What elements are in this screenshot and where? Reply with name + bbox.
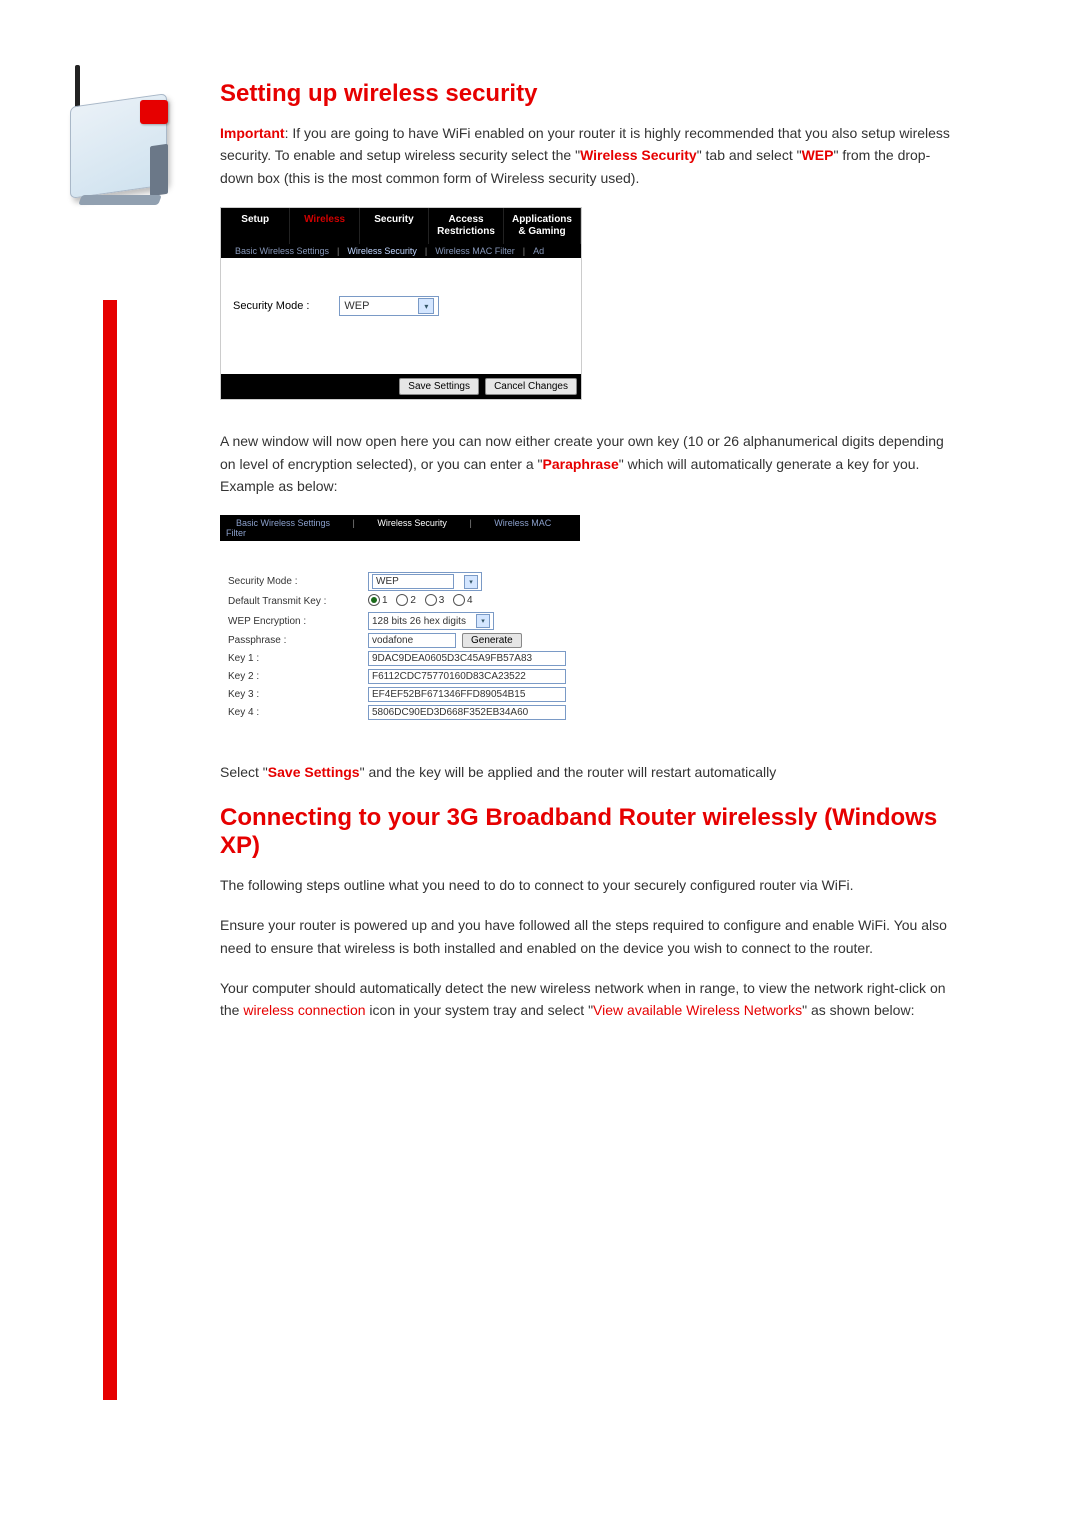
tab-access-restrictions[interactable]: Access Restrictions (429, 208, 504, 244)
radio-key-1[interactable]: 1 (368, 594, 388, 606)
subtab-mac-filter[interactable]: Wireless MAC Filter (427, 246, 523, 256)
tab-applications-gaming[interactable]: Applications & Gaming (504, 208, 581, 244)
key4-label: Key 4 : (228, 707, 368, 718)
main-tabs: Setup Wireless Security Access Restricti… (221, 208, 581, 244)
chevron-down-icon: ▾ (418, 298, 434, 314)
wep-highlight: WEP (802, 147, 834, 163)
security-mode-label: Security Mode : (233, 300, 309, 312)
paraphrase-highlight: Paraphrase (543, 456, 619, 472)
important-label: Important (220, 125, 285, 141)
key1-label: Key 1 : (228, 653, 368, 664)
key3-input[interactable]: EF4EF52BF671346FFD89054B15 (368, 687, 566, 702)
chevron-down-icon: ▾ (476, 614, 490, 628)
tab-setup[interactable]: Setup (221, 208, 290, 244)
radio-key-4[interactable]: 4 (453, 594, 473, 606)
connect-step-detect: Your computer should automatically detec… (220, 977, 960, 1022)
save-settings-button[interactable]: Save Settings (399, 378, 479, 395)
cancel-changes-button[interactable]: Cancel Changes (485, 378, 577, 395)
wep-encryption-dropdown[interactable]: 128 bits 26 hex digits ▾ (368, 612, 494, 630)
radio-key-3[interactable]: 3 (425, 594, 445, 606)
sub-tabs: Basic Wireless Settings | Wireless Secur… (221, 244, 581, 258)
passphrase-label: Passphrase : (228, 635, 368, 646)
subtab-basic-wireless[interactable]: Basic Wireless Settings (227, 246, 337, 256)
security-mode-dropdown-2[interactable]: WEP ▾ (368, 572, 482, 591)
paraphrase-paragraph: A new window will now open here you can … (220, 430, 960, 497)
connect-step-power: Ensure your router is powered up and you… (220, 914, 960, 959)
security-mode-dropdown[interactable]: WEP ▾ (339, 296, 439, 316)
subtab-advanced[interactable]: Ad (525, 246, 552, 256)
view-available-networks-highlight: View available Wireless Networks (593, 1002, 802, 1018)
key4-input[interactable]: 5806DC90ED3D668F352EB34A60 (368, 705, 566, 720)
connect-step-intro: The following steps outline what you nee… (220, 874, 960, 896)
save-settings-highlight: Save Settings (268, 764, 360, 780)
passphrase-input[interactable]: vodafone (368, 633, 456, 648)
tab-security[interactable]: Security (360, 208, 429, 244)
tab-wireless[interactable]: Wireless (290, 208, 359, 244)
sub-tabs-2: Basic Wireless Settings | Wireless Secur… (220, 515, 580, 541)
heading-connecting-3g: Connecting to your 3G Broadband Router w… (220, 804, 960, 860)
subtab2-basic-wireless[interactable]: Basic Wireless Settings (226, 518, 340, 528)
generate-button[interactable]: Generate (462, 633, 522, 648)
red-sidebar (103, 300, 117, 1400)
wep-encryption-label: WEP Encryption : (228, 616, 368, 627)
wireless-connection-highlight: wireless connection (243, 1002, 365, 1018)
security-mode-label-2: Security Mode : (228, 576, 368, 587)
key2-label: Key 2 : (228, 671, 368, 682)
intro-paragraph: Important: If you are going to have WiFi… (220, 122, 960, 189)
router-admin-panel-1: Setup Wireless Security Access Restricti… (220, 207, 582, 400)
radio-key-2[interactable]: 2 (396, 594, 416, 606)
subtab-wireless-security[interactable]: Wireless Security (339, 246, 425, 256)
default-transmit-key-label: Default Transmit Key : (228, 596, 368, 607)
key2-input[interactable]: F6112CDC75770160D83CA23522 (368, 669, 566, 684)
chevron-down-icon: ▾ (464, 575, 478, 589)
subtab2-wireless-security[interactable]: Wireless Security (367, 518, 457, 528)
router-admin-panel-2: Basic Wireless Settings | Wireless Secur… (220, 515, 580, 731)
save-settings-paragraph: Select "Save Settings" and the key will … (220, 761, 960, 783)
key3-label: Key 3 : (228, 689, 368, 700)
key1-input[interactable]: 9DAC9DEA0605D3C45A9FB57A83 (368, 651, 566, 666)
heading-wireless-security: Setting up wireless security (220, 80, 960, 108)
wireless-security-highlight: Wireless Security (580, 147, 697, 163)
router-image (45, 60, 175, 220)
